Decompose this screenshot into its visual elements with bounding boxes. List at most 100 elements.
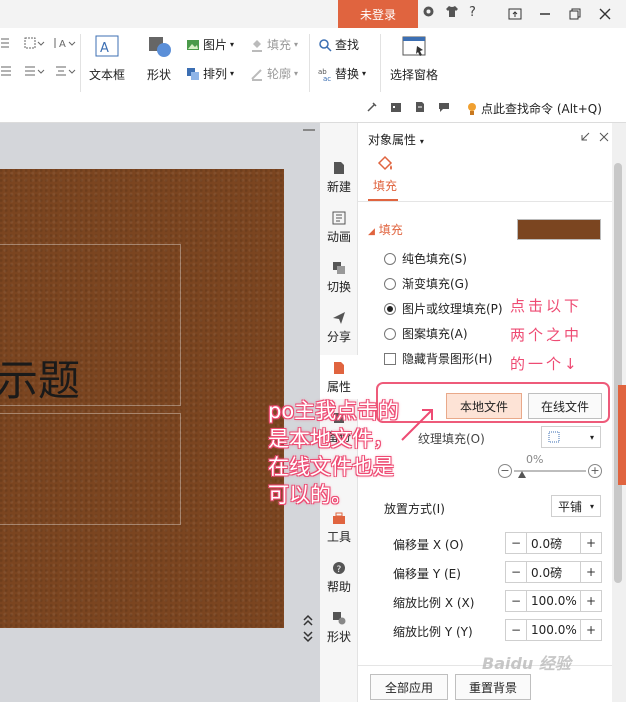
slide-canvas[interactable]: 示题 <box>0 169 284 628</box>
prev-page-icon[interactable] <box>303 614 313 629</box>
arrange-button[interactable]: 排列 ▾ <box>186 65 234 82</box>
plus-icon[interactable]: + <box>581 533 601 553</box>
selection-pane-button[interactable]: 选择窗格 <box>390 34 438 83</box>
panel-scroll-thumb[interactable] <box>614 163 622 583</box>
radio-button[interactable] <box>384 277 396 290</box>
texture-fill-dropdown[interactable]: ▾ <box>541 426 601 448</box>
rail-item-label: 分享 <box>326 330 351 344</box>
collapse-arrow-icon: ◢ <box>368 227 375 237</box>
offset-y-value[interactable]: 0.0磅 <box>526 562 581 582</box>
textbox-button[interactable]: A 文本框 <box>89 34 125 83</box>
command-search[interactable]: 点此查找命令 (Alt+Q) <box>466 100 602 117</box>
align-text-icon[interactable] <box>23 64 45 81</box>
scale-y-stepper[interactable]: − 100.0% + <box>505 619 602 641</box>
help-icon[interactable]: ? <box>469 5 476 22</box>
text-direction-icon[interactable]: A <box>54 36 76 53</box>
checkbox-label: 隐藏背景图形(H) <box>402 352 493 366</box>
offset-x-stepper[interactable]: − 0.0磅 + <box>505 532 602 554</box>
radio-button[interactable] <box>384 252 396 265</box>
fill-section-header[interactable]: ◢ 填充 <box>368 221 403 238</box>
dropdown-arrow-icon: ▾ <box>589 432 594 442</box>
fill-section-title: 填充 <box>378 223 403 237</box>
radio-button-selected[interactable] <box>384 302 396 315</box>
scale-x-stepper[interactable]: − 100.0% + <box>505 590 602 612</box>
close-panel-icon[interactable] <box>599 131 609 145</box>
rail-item-property[interactable]: 属性 <box>320 355 358 399</box>
tab-fill[interactable]: 填充 <box>372 155 398 194</box>
replace-button[interactable]: ab ac 替换 ▾ <box>318 65 366 82</box>
placement-dropdown[interactable]: 平铺 ▾ <box>551 495 601 517</box>
increase-icon[interactable]: + <box>588 464 602 478</box>
picture-button[interactable]: 图片 ▾ <box>186 36 234 53</box>
reset-background-button[interactable]: 重置背景 <box>455 674 531 700</box>
command-search-label: 点此查找命令 (Alt+Q) <box>481 102 602 116</box>
decrease-icon[interactable]: − <box>498 464 512 478</box>
slider-thumb[interactable] <box>518 471 526 478</box>
radio-button[interactable] <box>384 327 396 340</box>
list-indent-icon[interactable] <box>0 36 14 53</box>
svg-text:A: A <box>100 41 109 56</box>
ribbon-separator <box>309 34 310 92</box>
shirt-icon[interactable] <box>445 5 459 22</box>
outline-button[interactable]: 轮廓 ▾ <box>250 65 298 82</box>
rail-item-shape[interactable]: 形状 <box>320 611 358 645</box>
minimize-icon[interactable] <box>530 3 560 25</box>
offset-y-label: 偏移量 Y (E) <box>393 567 461 581</box>
plus-icon[interactable]: + <box>581 591 601 611</box>
checkbox[interactable] <box>384 352 396 365</box>
rail-item-help[interactable]: ? 帮助 <box>320 561 358 595</box>
radio-gradient-fill[interactable]: 渐变填充(G) <box>384 275 469 292</box>
distribute-icon[interactable] <box>54 64 76 81</box>
subtitle-placeholder[interactable] <box>0 413 181 525</box>
minus-icon[interactable]: − <box>506 591 526 611</box>
border-icon[interactable] <box>23 36 45 53</box>
panel-collapse-tab[interactable] <box>618 385 626 485</box>
plus-icon[interactable]: + <box>581 562 601 582</box>
fill-button[interactable]: 填充 ▾ <box>250 36 298 53</box>
offset-x-value[interactable]: 0.0磅 <box>526 533 581 553</box>
calendar-icon[interactable] <box>390 101 402 116</box>
document-icon[interactable] <box>414 101 426 116</box>
rail-item-label: 切换 <box>326 280 351 294</box>
next-page-icon[interactable] <box>303 631 313 646</box>
watermark: Baidu 经验 <box>482 654 571 673</box>
scale-x-value[interactable]: 100.0% <box>526 591 581 611</box>
transparency-slider[interactable]: − 0% + <box>498 453 602 481</box>
dock-icon[interactable] <box>580 131 590 145</box>
skin-icon[interactable] <box>422 5 435 22</box>
textbox-label: 文本框 <box>89 68 126 82</box>
find-button[interactable]: 查找 <box>318 36 359 53</box>
rail-item-animation[interactable]: 动画 <box>320 211 358 245</box>
ribbon-separator <box>380 34 381 92</box>
radio-label: 纯色填充(S) <box>402 252 467 266</box>
rail-item-label: 属性 <box>326 380 351 394</box>
plus-icon[interactable]: + <box>581 620 601 640</box>
offset-y-stepper[interactable]: − 0.0磅 + <box>505 561 602 583</box>
shape-button[interactable]: 形状 <box>144 34 174 83</box>
radio-solid-fill[interactable]: 纯色填充(S) <box>384 250 467 267</box>
fullscreen-icon[interactable] <box>500 3 530 25</box>
minus-icon[interactable]: − <box>506 562 526 582</box>
rail-item-tools[interactable]: 工具 <box>320 511 358 545</box>
close-icon[interactable] <box>590 3 620 25</box>
hide-background-checkbox[interactable]: 隐藏背景图形(H) <box>384 350 492 367</box>
login-button[interactable]: 未登录 <box>338 0 418 28</box>
apply-all-button[interactable]: 全部应用 <box>370 674 448 700</box>
rail-item-share[interactable]: 分享 <box>320 311 358 345</box>
new-icon <box>334 162 344 174</box>
rail-item-new[interactable]: 新建 <box>320 161 358 195</box>
comment-icon[interactable] <box>438 101 450 116</box>
tools-icon[interactable] <box>366 101 378 116</box>
radio-picture-fill[interactable]: 图片或纹理填充(P) <box>384 300 503 317</box>
minus-icon[interactable]: − <box>506 620 526 640</box>
radio-pattern-fill[interactable]: 图案填充(A) <box>384 325 468 342</box>
slide-title-text[interactable]: 示题 <box>0 347 80 408</box>
restore-icon[interactable] <box>560 3 590 25</box>
scale-y-value[interactable]: 100.0% <box>526 620 581 640</box>
texture-swatch[interactable] <box>517 219 601 240</box>
panel-header[interactable]: 对象属性 ▾ <box>368 131 424 148</box>
minus-icon[interactable]: − <box>506 533 526 553</box>
line-spacing-icon[interactable] <box>0 64 14 81</box>
scroll-grip[interactable] <box>303 129 315 141</box>
rail-item-transition[interactable]: 切换 <box>320 261 358 295</box>
